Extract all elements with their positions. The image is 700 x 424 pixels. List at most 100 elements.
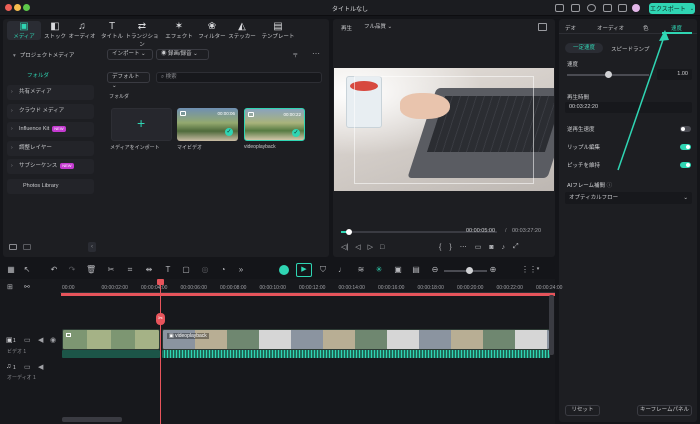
mic-icon[interactable]: ♩ <box>337 265 347 274</box>
grid-icon[interactable] <box>618 4 627 12</box>
vertical-scrollbar[interactable] <box>549 295 554 355</box>
keyframe-panel-button[interactable]: キーフレームパネル <box>637 405 692 416</box>
timeline-ruler[interactable]: 00:00 00:00:02:00 00:00:04:00 00:00:06:00 00… <box>60 279 562 293</box>
sidebar-item-subsequence[interactable]: › サブシーケンス NEW <box>7 159 94 174</box>
playhead-handle[interactable] <box>157 279 164 285</box>
step-back-icon[interactable]: ◁| <box>341 243 348 251</box>
volume-icon[interactable]: ◀ <box>38 363 43 371</box>
collapse-icon[interactable]: ‹ <box>88 242 96 252</box>
subtab-speed-ramp[interactable]: スピードランプ <box>611 45 649 53</box>
snapshot-icon[interactable] <box>538 23 547 31</box>
link-icon[interactable]: ⚯ <box>24 283 30 291</box>
tab-transition[interactable]: ⇄ トランジション <box>125 21 159 48</box>
scissors-icon[interactable]: ✂ <box>156 313 165 325</box>
camera-icon[interactable]: ◙ <box>489 244 493 251</box>
sidebar-project-media[interactable]: ▾ プロジェクトメディア <box>13 51 74 59</box>
save-icon[interactable] <box>571 4 580 12</box>
timeline-settings-icon[interactable]: ⋮⋮ <box>521 265 537 274</box>
sidebar-item-influence-kit[interactable]: › Influence Kit NEW <box>7 122 94 137</box>
undo-icon[interactable]: ↶ <box>49 265 59 274</box>
import-dropdown[interactable]: インポート ⌄ <box>107 49 153 60</box>
ripple-toggle[interactable] <box>680 144 691 150</box>
import-tile[interactable]: + <box>111 108 172 141</box>
tab-audio[interactable]: オーディオ <box>597 24 624 32</box>
zoom-in-icon[interactable]: ⊕ <box>488 265 498 274</box>
video-preview[interactable] <box>334 68 554 191</box>
screen-icon[interactable] <box>555 4 564 12</box>
shield-icon[interactable]: ⛉ <box>318 265 328 274</box>
info-icon[interactable]: ⓘ <box>607 183 613 189</box>
delete-icon[interactable]: 🗑 <box>86 265 96 274</box>
playhead[interactable] <box>160 279 161 424</box>
tab-effect[interactable]: ✶ エフェクト <box>162 21 196 40</box>
mask-icon[interactable]: ◎ <box>200 265 210 274</box>
split-icon[interactable]: ⇹ <box>144 265 154 274</box>
select-icon[interactable]: ↖ <box>22 265 32 274</box>
more-icon[interactable]: ⋯ <box>312 49 320 58</box>
tab-sticker[interactable]: ◭ ステッカー <box>225 21 259 40</box>
pip-icon[interactable]: ▣ <box>393 265 403 274</box>
tab-audio[interactable]: ♫ オーディオ <box>65 21 99 40</box>
zoom-slider[interactable] <box>444 267 487 274</box>
reverse-toggle[interactable] <box>680 126 691 132</box>
tab-media[interactable]: ▣ メディア <box>7 21 41 40</box>
audio-mix-icon[interactable]: ≋ <box>356 265 366 274</box>
record-dropdown[interactable]: ◉ 録画/録音 ⌄ <box>156 49 209 60</box>
subtab-constant-speed[interactable]: 一定速度 <box>565 43 603 53</box>
ai-frame-dropdown[interactable]: オプティカルフロー ⌄ <box>565 192 692 204</box>
tab-filter[interactable]: ❀ フィルター <box>195 21 229 40</box>
volume-icon[interactable]: ◀ <box>38 336 43 344</box>
tab-speed[interactable]: 速度 <box>671 24 682 32</box>
media-item-videoplayback[interactable]: 00:00:22 ✓ <box>244 108 305 141</box>
tab-video[interactable]: デオ <box>565 24 576 32</box>
chevron-down-icon[interactable]: ▾ <box>533 265 543 274</box>
speed-icon[interactable]: ◔ <box>218 265 228 274</box>
sidebar-folder[interactable]: フォルダ <box>27 71 49 79</box>
filter-icon[interactable]: ⫧ <box>293 50 298 60</box>
text-icon[interactable]: T <box>163 265 173 274</box>
speed-slider[interactable] <box>567 71 649 78</box>
mark-in-icon[interactable]: { <box>439 244 441 251</box>
fullscreen-icon[interactable]: ⤢ <box>513 243 519 251</box>
folder-icon[interactable]: ▭ <box>24 363 31 371</box>
add-track-icon[interactable]: ⊞ <box>7 283 13 291</box>
zoom-slider-handle[interactable] <box>466 267 473 274</box>
shape-icon[interactable]: ▢ <box>181 265 191 274</box>
media-item-myvideo[interactable]: 00:00:06 ✓ <box>177 108 238 141</box>
ai-icon[interactable] <box>279 265 289 275</box>
quality-dropdown[interactable]: フル品質 ⌄ <box>359 22 413 32</box>
reset-button[interactable]: リセット <box>565 405 600 416</box>
tab-color[interactable]: 色 <box>643 24 649 32</box>
render-preview-icon[interactable]: ▶ <box>296 263 312 277</box>
sort-dropdown[interactable]: デフォルト ⌄ <box>107 72 150 89</box>
snap-icon[interactable]: ✳ <box>374 265 384 274</box>
sidebar-item-photos[interactable]: Photos Library <box>7 179 94 194</box>
folder-icon[interactable] <box>23 244 31 250</box>
new-folder-icon[interactable] <box>9 244 17 250</box>
video-clip-videoplayback[interactable]: ▣ videoplayback <box>162 329 550 350</box>
speed-value-input[interactable]: 1.00 <box>657 69 692 80</box>
avatar[interactable] <box>632 4 640 12</box>
redo-icon[interactable]: ↷ <box>67 265 77 274</box>
sidebar-item-adjustment[interactable]: › 調整レイヤー <box>7 141 94 156</box>
zoom-out-icon[interactable]: ⊖ <box>430 265 440 274</box>
video-clip-myvideo[interactable] <box>62 329 160 350</box>
cut-icon[interactable]: ✂ <box>106 265 116 274</box>
mark-out-icon[interactable]: } <box>449 244 451 251</box>
headset-icon[interactable] <box>587 4 596 12</box>
notification-icon[interactable] <box>603 4 612 12</box>
play-icon[interactable]: ▷ <box>368 243 373 251</box>
pitch-toggle[interactable] <box>680 162 691 168</box>
volume-icon[interactable]: ♪ <box>502 244 506 251</box>
work-area-bar[interactable] <box>61 293 555 296</box>
stop-icon[interactable]: □ <box>380 244 384 251</box>
folder-icon[interactable]: ▭ <box>24 336 31 344</box>
sidebar-item-cloud[interactable]: › クラウド メディア <box>7 104 94 119</box>
horizontal-scrollbar[interactable] <box>62 417 122 422</box>
tab-template[interactable]: ▤ テンプレート <box>261 21 295 40</box>
caption-icon[interactable]: ▤ <box>411 265 421 274</box>
prev-frame-icon[interactable]: ◁ <box>355 243 360 251</box>
playback-time-input[interactable]: 00:03:22:20 <box>565 102 692 113</box>
search-input[interactable]: ⌕ 検索 <box>156 72 322 83</box>
more-tools-icon[interactable]: » <box>236 265 246 274</box>
